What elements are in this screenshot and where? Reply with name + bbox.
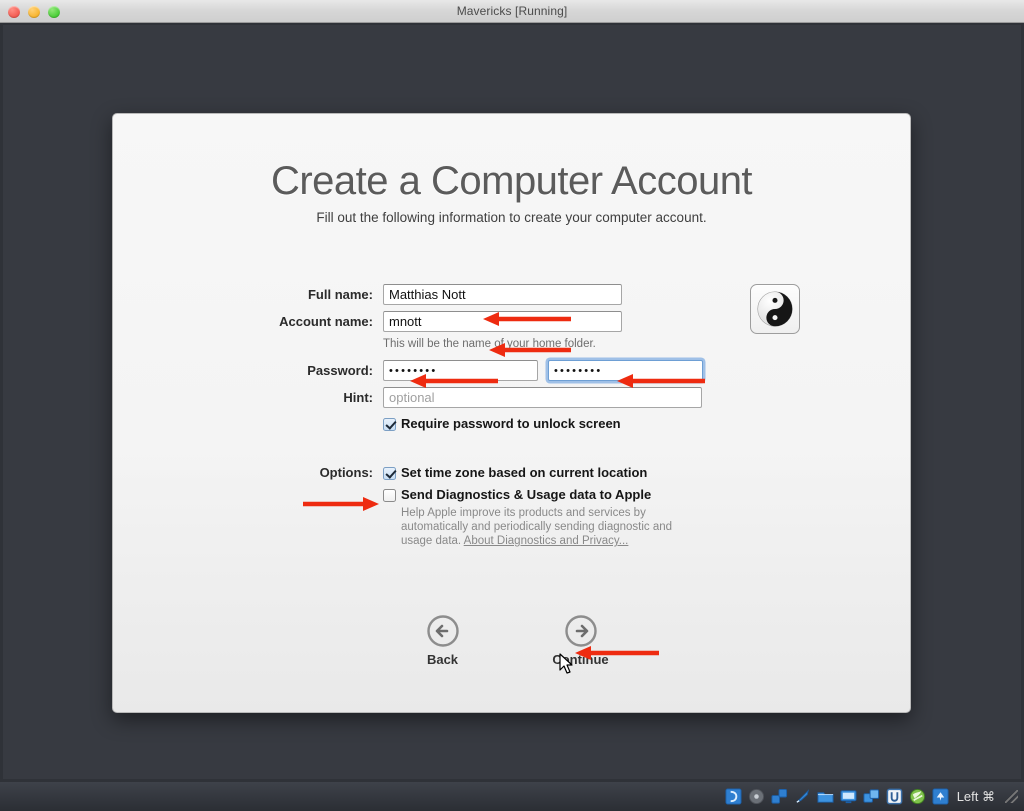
diagnostics-desc-line2: automatically and periodically sending d…: [401, 521, 672, 533]
page-title: Create a Computer Account: [113, 159, 910, 204]
host-key-indicator: Left ⌘: [957, 789, 995, 805]
password-row: Password: •••••••• ••••••••: [113, 360, 910, 381]
set-timezone-row[interactable]: Set time zone based on current location: [383, 465, 647, 481]
display-icon[interactable]: [840, 788, 857, 805]
guest-additions-icon[interactable]: [909, 788, 926, 805]
account-picture-button[interactable]: [750, 284, 800, 334]
optical-disk-icon[interactable]: [748, 788, 765, 805]
account-form: Full name: Matthias Nott Account name: m…: [113, 284, 910, 548]
send-diagnostics-row[interactable]: Send Diagnostics & Usage data to Apple: [383, 487, 910, 503]
options-row-timezone: Options: Set time zone based on current …: [113, 465, 910, 481]
password-label: Password:: [113, 363, 383, 378]
mouse-cursor: [559, 653, 575, 675]
usb-icon[interactable]: [794, 788, 811, 805]
continue-button[interactable]: Continue: [538, 614, 624, 667]
continue-button-label: Continue: [538, 652, 624, 667]
zoom-button[interactable]: [48, 6, 60, 18]
window-titlebar: Mavericks [Running]: [0, 0, 1024, 23]
shared-folders-icon[interactable]: [817, 788, 834, 805]
hint-row: Hint: optional: [113, 387, 910, 408]
hard-disk-icon[interactable]: [725, 788, 742, 805]
page-subtitle: Fill out the following information to cr…: [113, 210, 910, 225]
diagnostics-desc-line1: Help Apple improve its products and serv…: [401, 507, 646, 519]
diagnostics-description: Help Apple improve its products and serv…: [401, 506, 701, 548]
back-arrow-icon: [426, 614, 460, 648]
set-timezone-label: Set time zone based on current location: [401, 465, 647, 481]
hint-label: Hint:: [113, 390, 383, 405]
setup-assistant-dialog: Create a Computer Account Fill out the f…: [112, 113, 911, 713]
yin-yang-avatar-icon: [757, 291, 793, 327]
about-diagnostics-privacy-link[interactable]: About Diagnostics and Privacy...: [464, 535, 629, 547]
set-timezone-checkbox[interactable]: [383, 467, 396, 480]
remote-display-icon[interactable]: [863, 788, 880, 805]
hint-input[interactable]: optional: [383, 387, 702, 408]
password-verify-input[interactable]: ••••••••: [548, 360, 703, 381]
full-name-label: Full name:: [113, 287, 383, 302]
network-icon[interactable]: [771, 788, 788, 805]
require-password-row[interactable]: Require password to unlock screen: [383, 416, 910, 432]
options-label: Options:: [113, 465, 383, 480]
virtualbox-vm-window: Mavericks [Running] Create a Computer Ac…: [0, 0, 1024, 811]
continue-arrow-icon: [564, 614, 598, 648]
require-password-checkbox[interactable]: [383, 418, 396, 431]
back-button-label: Back: [400, 652, 486, 667]
guest-screen: Create a Computer Account Fill out the f…: [3, 25, 1021, 779]
diagnostics-desc-line3: usage data.: [401, 535, 461, 547]
close-button[interactable]: [8, 6, 20, 18]
resize-grip[interactable]: [1005, 790, 1018, 803]
minimize-button[interactable]: [28, 6, 40, 18]
back-button[interactable]: Back: [400, 614, 486, 667]
send-diagnostics-checkbox[interactable]: [383, 489, 396, 502]
navigation-buttons: Back Continue: [113, 614, 910, 667]
account-name-helper-text: This will be the name of your home folde…: [383, 338, 910, 350]
password-input[interactable]: ••••••••: [383, 360, 538, 381]
window-title: Mavericks [Running]: [0, 4, 1024, 18]
virtualbox-statusbar: Left ⌘: [0, 782, 1024, 811]
traffic-light-group: [8, 6, 60, 18]
status-icon-group: [725, 788, 949, 805]
full-name-input[interactable]: Matthias Nott: [383, 284, 622, 305]
account-name-label: Account name:: [113, 314, 383, 329]
send-diagnostics-label: Send Diagnostics & Usage data to Apple: [401, 487, 651, 503]
video-capture-icon[interactable]: [886, 788, 903, 805]
require-password-label: Require password to unlock screen: [401, 416, 621, 432]
account-name-input[interactable]: mnott: [383, 311, 622, 332]
mouse-integration-icon[interactable]: [932, 788, 949, 805]
